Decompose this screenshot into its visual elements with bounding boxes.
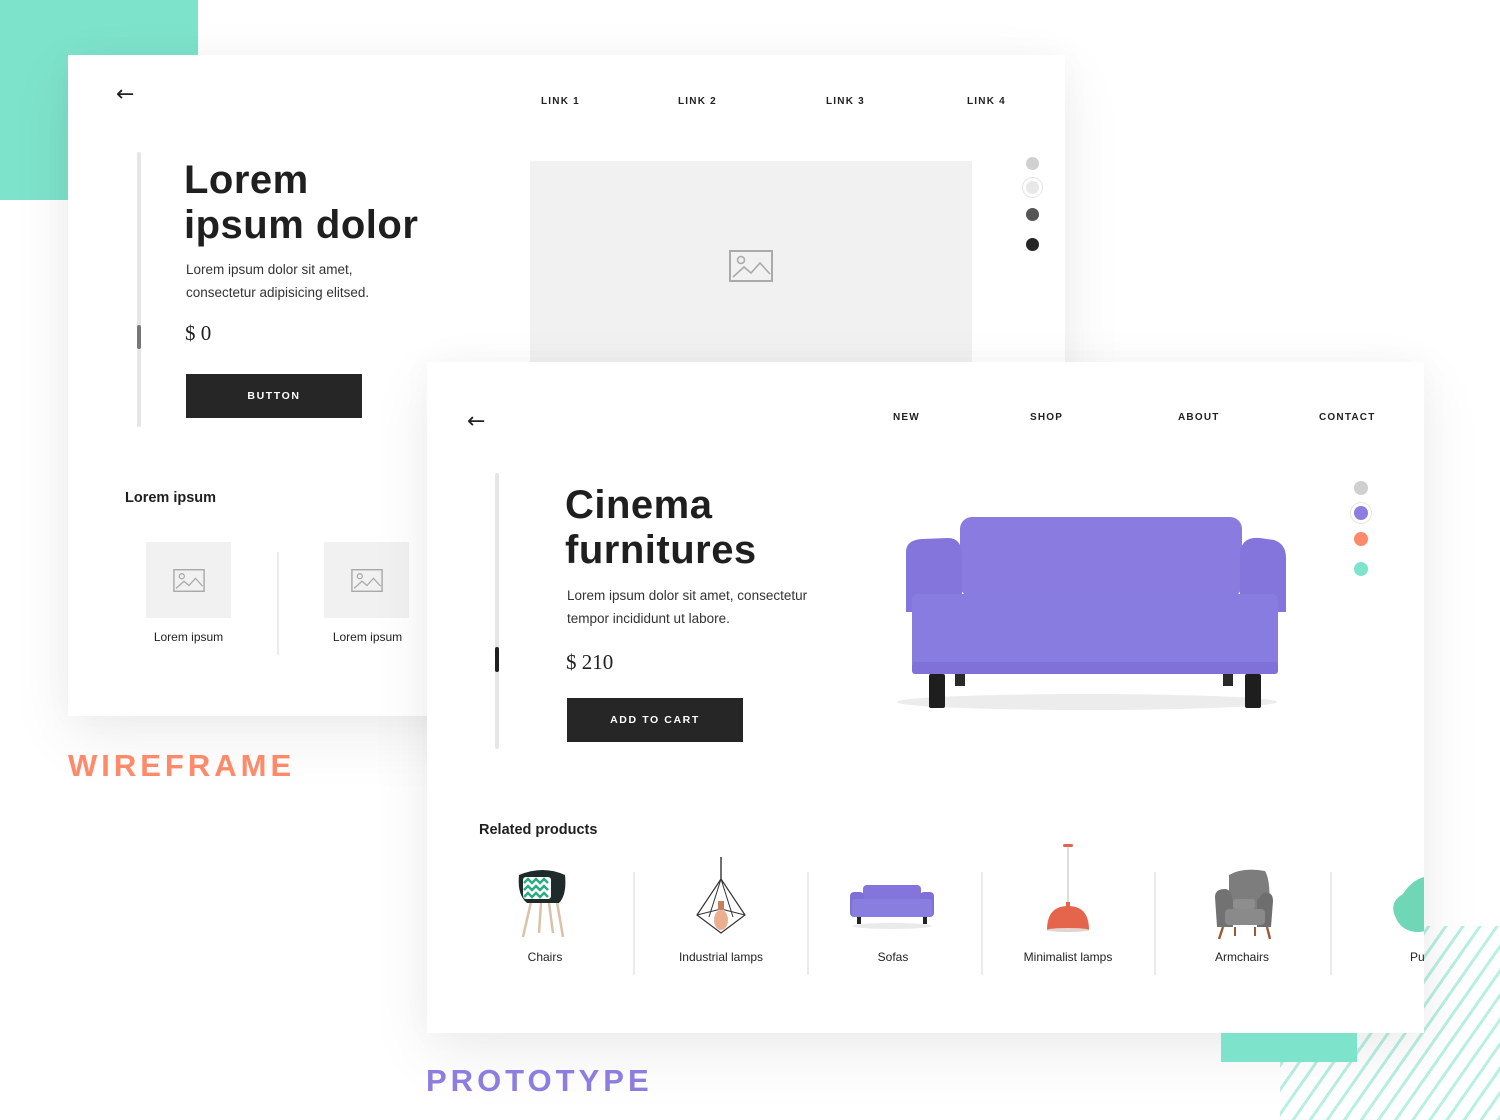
divider: [807, 872, 809, 975]
nav-link-1[interactable]: LINK 1: [541, 96, 580, 107]
arrow-left-icon[interactable]: ←: [116, 84, 134, 106]
divider: [1154, 872, 1156, 975]
swatch-1[interactable]: [1026, 157, 1039, 170]
related-item-label: Lorem ipsum: [153, 630, 224, 644]
hero-title: Lorem ipsum dolor: [184, 158, 419, 247]
swatch-grey[interactable]: [1354, 481, 1368, 495]
swatch-coral[interactable]: [1354, 532, 1368, 546]
primary-button[interactable]: BUTTON: [186, 374, 362, 418]
related-section-title: Related products: [479, 822, 598, 838]
hero-description: Lorem ipsum dolor sit amet, consectetur …: [567, 588, 808, 626]
nav-link-new[interactable]: NEW: [893, 412, 920, 423]
related-item-label: Lorem ipsum: [332, 630, 403, 644]
swatch-2-selected[interactable]: [1026, 181, 1039, 194]
divider: [1330, 872, 1332, 975]
related-item-label: Chairs: [527, 950, 563, 964]
related-item-image: [324, 542, 409, 618]
image-placeholder-icon: [172, 568, 205, 592]
add-to-cart-button[interactable]: ADD TO CART: [567, 698, 743, 742]
swatch-4[interactable]: [1026, 238, 1039, 251]
prototype-card: ← NEW SHOP ABOUT CONTACT Cinema furnitur…: [427, 362, 1424, 1033]
image-placeholder-icon: [350, 568, 383, 592]
wireframe-caption: WIREFRAME: [68, 748, 296, 783]
armchair-icon: [1215, 869, 1273, 940]
related-item-label: Minimalist lamps: [1023, 950, 1113, 964]
nav-link-shop[interactable]: SHOP: [1030, 412, 1063, 423]
nav-link-contact[interactable]: CONTACT: [1319, 412, 1376, 423]
sofa-hero-image: [897, 517, 1286, 710]
nav-link-4[interactable]: LINK 4: [967, 96, 1006, 107]
swatch-teal[interactable]: [1354, 562, 1368, 576]
related-item-label: Armchairs: [1214, 950, 1269, 964]
related-item-label: Pu: [1410, 950, 1424, 964]
hero-price: $ 0: [185, 321, 212, 345]
chair-icon: [518, 870, 566, 938]
nav-link-2[interactable]: LINK 2: [678, 96, 717, 107]
sofa-icon: [850, 885, 934, 929]
hero-image-placeholder: [530, 161, 972, 371]
scrollbar-thumb[interactable]: [495, 647, 499, 672]
minimalist-lamp-icon: [1047, 844, 1089, 932]
nav-link-3[interactable]: LINK 3: [826, 96, 865, 107]
swatch-purple-selected[interactable]: [1354, 506, 1368, 520]
vertical-scrollbar[interactable]: [137, 152, 141, 427]
vertical-scrollbar[interactable]: [495, 473, 499, 749]
arrow-left-icon[interactable]: ←: [467, 411, 485, 433]
related-section-title: Lorem ipsum: [125, 490, 217, 506]
prototype-caption: PROTOTYPE: [426, 1063, 653, 1098]
hero-description: Lorem ipsum dolor sit amet, consectetur …: [186, 262, 370, 300]
nav-link-about[interactable]: ABOUT: [1178, 412, 1220, 423]
related-item-label: Sofas: [877, 950, 909, 964]
industrial-lamp-icon: [696, 857, 746, 934]
divider: [633, 872, 635, 975]
hero-title: Cinema furnitures: [565, 483, 757, 572]
pouf-icon: [1393, 877, 1424, 932]
swatch-3[interactable]: [1026, 208, 1039, 221]
related-item-image: [146, 542, 231, 618]
divider: [981, 872, 983, 975]
decorative-teal-block: [1221, 1033, 1357, 1062]
related-item-label: Industrial lamps: [678, 950, 764, 964]
hero-price: $ 210: [566, 650, 614, 674]
divider: [277, 552, 279, 655]
scrollbar-thumb[interactable]: [137, 325, 141, 349]
image-placeholder-icon: [729, 250, 773, 282]
